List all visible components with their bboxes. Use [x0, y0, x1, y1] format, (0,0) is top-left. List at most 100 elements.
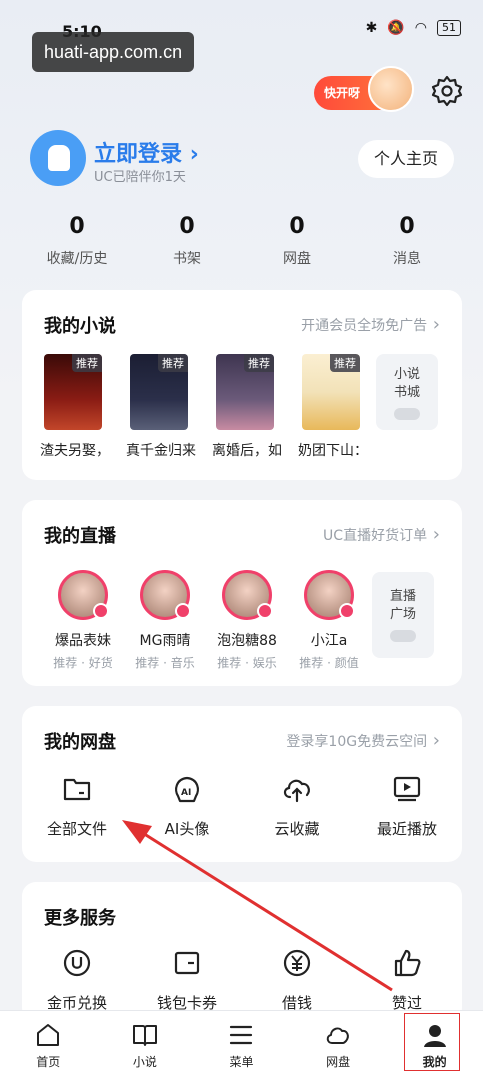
stat-bookshelf[interactable]: 0 书架 [132, 214, 242, 274]
novels-vip-link[interactable]: 开通会员全场免广告 [301, 314, 440, 335]
coin-icon [63, 949, 91, 977]
ai-avatar-button[interactable]: AI AI头像 [132, 772, 242, 839]
borrow-button[interactable]: 借钱 [242, 946, 352, 1013]
novel-cover: 推荐 [216, 354, 274, 430]
tab-profile[interactable]: 我的 [386, 1011, 483, 1074]
liked-button[interactable]: 赞过 [352, 946, 462, 1013]
streamer-item[interactable]: 爆品表妹 推荐 · 好货 [42, 570, 124, 671]
folder-icon [63, 778, 91, 801]
novel-list: 推荐 渣夫另娶， 推荐 真千金归来 推荐 离婚后，如 推荐 奶团下山： [40, 354, 376, 460]
tab-label: 首页 [36, 1055, 61, 1069]
streamer-item[interactable]: MG雨晴 推荐 · 音乐 [124, 570, 206, 671]
novel-item[interactable]: 推荐 真千金归来 [126, 354, 204, 460]
streamer-tags: 推荐 · 音乐 [135, 656, 195, 670]
status-icons: ✱ 🔕 ◠ 51 [366, 20, 461, 36]
streamer-item[interactable]: 小江a 推荐 · 颜值 [288, 570, 370, 671]
tab-cloud[interactable]: 网盘 [290, 1011, 387, 1074]
settings-icon[interactable] [430, 74, 464, 108]
live-badge-icon [339, 603, 355, 619]
novel-item[interactable]: 推荐 奶团下山： [298, 354, 376, 460]
novel-store-line1: 小说 [393, 367, 420, 382]
stat-label: 书架 [173, 251, 201, 267]
tab-label: 小说 [132, 1055, 157, 1069]
bottom-tab-bar: 首页 小说 菜单 网盘 我的 [0, 1010, 483, 1074]
novel-item[interactable]: 推荐 离婚后，如 [212, 354, 290, 460]
avatar[interactable] [30, 130, 86, 186]
streamer-tags: 推荐 · 颜值 [299, 656, 359, 670]
novel-title: 渣夫另娶， [40, 443, 110, 459]
wallet-icon [174, 951, 200, 975]
tab-home[interactable]: 首页 [0, 1011, 97, 1074]
coin-exchange-button[interactable]: 金币兑换 [22, 946, 132, 1013]
recommend-tag: 推荐 [72, 354, 102, 372]
menu-icon [230, 1025, 253, 1045]
tab-novel[interactable]: 小说 [97, 1011, 194, 1074]
novel-cover: 推荐 [302, 354, 360, 430]
live-orders-link[interactable]: UC直播好货订单 [323, 524, 440, 545]
live-badge-icon [93, 603, 109, 619]
tab-label: 网盘 [326, 1055, 351, 1069]
streamer-avatar [140, 570, 191, 620]
homepage-button[interactable]: 个人主页 [358, 140, 454, 178]
profile-icon [423, 1025, 446, 1047]
cloud-card: 我的网盘 登录享10G免费云空间 全部文件 AI AI头像 云收藏 [22, 706, 462, 862]
wallet-button[interactable]: 钱包卡券 [132, 946, 242, 1013]
stat-history[interactable]: 0 收藏/历史 [22, 214, 132, 274]
novel-store-line2: 书城 [393, 385, 420, 400]
live-plaza-line1: 直播 [389, 589, 416, 604]
yuan-icon [283, 949, 311, 977]
all-files-button[interactable]: 全部文件 [22, 772, 132, 839]
streamer-avatar [304, 570, 355, 620]
novel-title: 离婚后，如 [212, 443, 282, 459]
book-icon [132, 1025, 157, 1046]
cloud-collect-button[interactable]: 云收藏 [242, 772, 352, 839]
live-card: 我的直播 UC直播好货订单 爆品表妹 推荐 · 好货 MG雨晴 推荐 · 音乐 … [22, 500, 462, 686]
streamer-avatar [58, 570, 109, 620]
services-card: 更多服务 金币兑换 钱包卡券 借钱 赞过 [22, 882, 462, 1022]
stats-row: 0 收藏/历史 0 书架 0 网盘 0 消息 [22, 214, 462, 274]
streamer-name: MG雨晴 [139, 633, 191, 649]
novel-item[interactable]: 推荐 渣夫另娶， [40, 354, 118, 460]
toggle-pill-icon [390, 630, 416, 642]
cloud-login-link[interactable]: 登录享10G免费云空间 [286, 730, 440, 751]
mute-icon: 🔕 [387, 20, 405, 36]
bluetooth-icon: ✱ [365, 20, 378, 36]
streamer-tags: 推荐 · 好货 [53, 656, 113, 670]
watermark: huati-app.com.cn [32, 32, 195, 72]
grid-label: 云收藏 [274, 820, 320, 838]
streamer-list: 爆品表妹 推荐 · 好货 MG雨晴 推荐 · 音乐 泡泡糖88 推荐 · 娱乐 … [42, 570, 370, 671]
novels-card: 我的小说 开通会员全场免广告 推荐 渣夫另娶， 推荐 真千金归来 推荐 离婚后，… [22, 290, 462, 480]
streamer-item[interactable]: 泡泡糖88 推荐 · 娱乐 [206, 570, 288, 671]
grid-label: 最近播放 [376, 820, 437, 838]
novel-store-button[interactable]: 小说 书城 [376, 354, 438, 430]
streamer-name: 小江a [310, 633, 348, 649]
mascot-icon [368, 66, 414, 112]
tab-menu[interactable]: 菜单 [193, 1011, 290, 1074]
novels-title: 我的小说 [44, 316, 116, 337]
grid-label: AI头像 [164, 820, 210, 838]
home-icon [37, 1024, 60, 1046]
stat-cloud[interactable]: 0 网盘 [242, 214, 352, 274]
battery-icon: 51 [437, 20, 461, 36]
recent-play-button[interactable]: 最近播放 [352, 772, 462, 839]
wifi-icon: ◠ [414, 20, 427, 36]
cloud-title: 我的网盘 [44, 732, 116, 753]
promo-badge[interactable]: 快开呀 [314, 66, 414, 112]
live-plaza-button[interactable]: 直播 广场 [372, 572, 434, 658]
login-link[interactable]: 立即登录 › [94, 136, 199, 168]
toggle-pill-icon [394, 408, 420, 420]
cloud-grid: 全部文件 AI AI头像 云收藏 最近播放 [22, 772, 462, 839]
stat-messages[interactable]: 0 消息 [352, 214, 462, 274]
live-badge-icon [257, 603, 273, 619]
stat-value: 0 [289, 214, 305, 239]
cloud-icon [326, 1027, 349, 1044]
tab-label: 菜单 [229, 1055, 254, 1069]
live-badge-icon [175, 603, 191, 619]
live-plaza-line2: 广场 [389, 607, 416, 622]
companion-days: UC已陪伴你1天 [94, 170, 186, 185]
stat-label: 收藏/历史 [46, 251, 108, 267]
svg-text:AI: AI [181, 788, 191, 798]
streamer-name: 泡泡糖88 [217, 633, 277, 649]
stat-value: 0 [399, 214, 415, 239]
streamer-tags: 推荐 · 娱乐 [217, 656, 277, 670]
